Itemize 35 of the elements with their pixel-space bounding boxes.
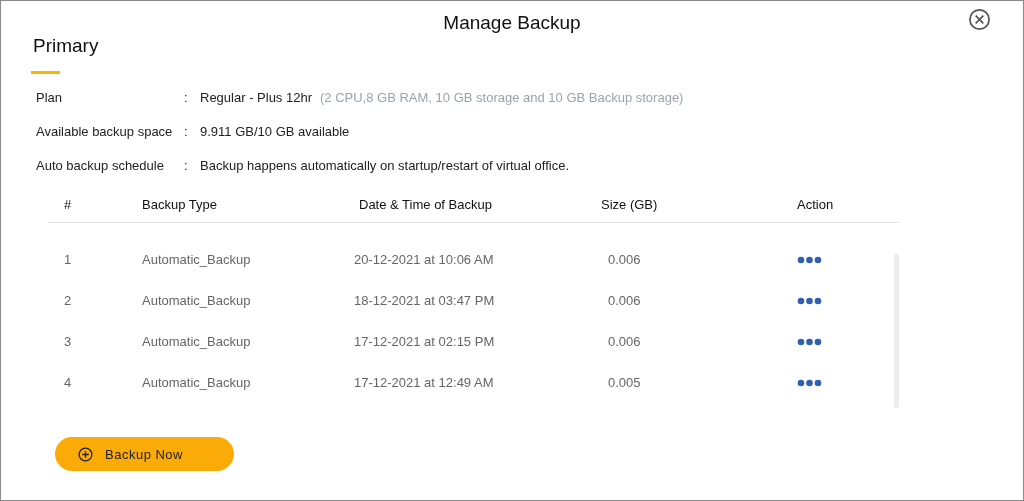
separator: : (184, 158, 189, 173)
table-cell-text: 0.006 (608, 293, 642, 308)
column-header: # (64, 197, 73, 212)
table-cell-text: 18-12-2021 at 03:47 PM (354, 293, 496, 308)
column-header: Size (GB) (601, 197, 659, 212)
table-cell-text: 4 (64, 375, 73, 390)
more-icon[interactable] (797, 337, 822, 346)
backup-now-button[interactable]: Backup Now (55, 437, 234, 471)
table-cell-text: 2 (64, 293, 73, 308)
column-header: Action (797, 197, 835, 212)
table-cell-text: 0.005 (608, 375, 642, 390)
detail-label: Plan (36, 90, 64, 105)
separator: : (184, 124, 189, 139)
table-cell-text: 1 (64, 252, 73, 267)
detail-value: Regular - Plus 12hr (200, 90, 312, 105)
detail-label: Auto backup schedule (36, 158, 165, 173)
detail-note: (2 CPU,8 GB RAM, 10 GB storage and 10 GB Backup storage) (320, 90, 684, 105)
detail-value: Backup happens automatically on startup/restart of virtual office. (200, 158, 569, 173)
table-cell-text: 0.006 (608, 334, 642, 349)
detail-value: 9.911 GB/10 GB available (200, 124, 350, 139)
column-header: Date & Time of Backup (359, 197, 493, 212)
more-icon[interactable] (797, 378, 822, 387)
separator: : (184, 90, 189, 105)
table-cell-text: 3 (64, 334, 73, 349)
detail-label: Available backup space (36, 124, 174, 139)
table-cell-text: 0.006 (608, 252, 642, 267)
plus-circle-icon (78, 446, 93, 462)
close-icon[interactable] (968, 8, 991, 31)
table-cell-text: 20-12-2021 at 10:06 AM (354, 252, 495, 267)
table-cell-text: 17-12-2021 at 02:15 PM (354, 334, 496, 349)
column-header: Backup Type (142, 197, 218, 212)
table-cell-text: 17-12-2021 at 12:49 AM (354, 375, 495, 390)
dialog-title: Manage Backup (443, 12, 581, 34)
more-icon[interactable] (797, 255, 822, 264)
more-icon[interactable] (797, 296, 822, 305)
